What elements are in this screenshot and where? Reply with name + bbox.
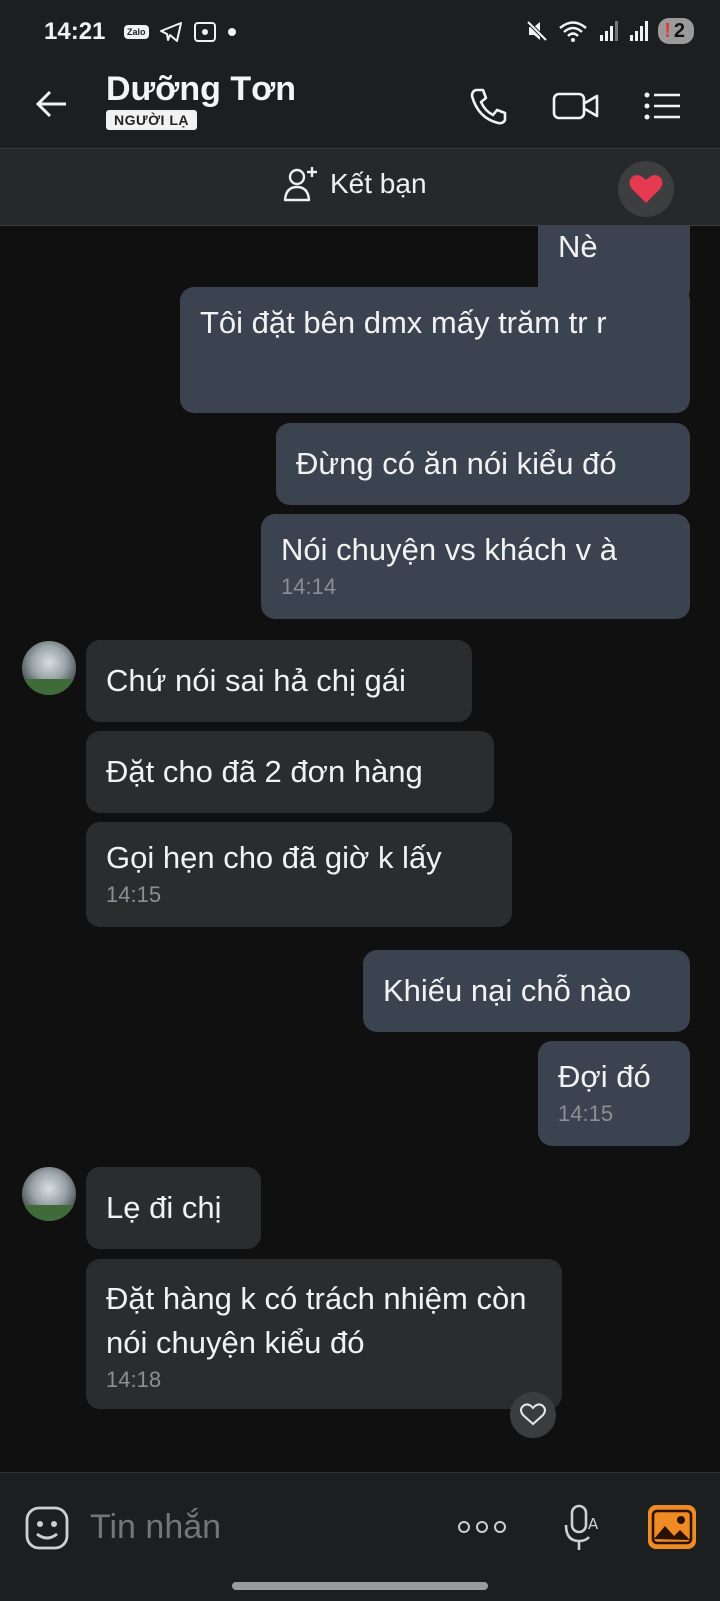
screenshot-icon [193,22,216,42]
message-bubble[interactable]: Gọi hẹn cho đã giờ k lấy 14:15 [86,822,512,927]
message-timestamp: 14:14 [281,574,337,599]
message-bubble[interactable]: Đừng có ăn nói kiểu đó [276,423,690,505]
message-timestamp: 14:18 [106,1367,162,1392]
message-timestamp: 14:15 [558,1101,614,1126]
add-friend-label: Kết bạn [330,168,427,199]
message-bubble[interactable]: Lẹ đi chị [86,1167,261,1249]
wifi-icon [559,21,588,42]
dot-icon [458,1521,470,1533]
add-user-icon [283,167,317,202]
stranger-badge: NGƯỜI LẠ [106,110,197,130]
react-button[interactable] [510,1392,556,1438]
dot-icon [494,1521,506,1533]
sticker-emoji-icon[interactable] [24,1505,70,1551]
back-arrow-icon[interactable] [32,84,72,124]
heart-reaction-button[interactable] [618,161,674,217]
message-bubble[interactable]: Đợi đó 14:15 [538,1041,690,1146]
message-input[interactable] [88,1501,422,1553]
chat-header: Dưỡng Tơn NGƯỜI LẠ [0,62,720,148]
phone-call-icon[interactable] [466,84,510,128]
voice-microphone-icon[interactable]: A [562,1503,600,1553]
message-timestamp: 14:15 [106,882,162,907]
heart-icon [629,175,663,203]
message-list[interactable]: Nè Tôi đặt bên dmx mấy trăm tr r Đừng có… [0,225,720,1472]
status-time: 14:21 [44,18,106,45]
notification-icons: Zalo [124,20,237,44]
heart-outline-icon [520,1403,546,1426]
telegram-icon [159,22,182,42]
menu-list-icon[interactable] [640,84,684,128]
message-bubble[interactable]: Đặt hàng k có trách nhiệm còn nói chuyện… [86,1259,562,1409]
image-icon [651,1509,693,1545]
signal-icon-2 [630,21,649,41]
dot-icon [227,28,236,36]
home-indicator[interactable] [232,1582,488,1590]
more-options-button[interactable] [458,1521,506,1533]
add-friend-bar: Kết bạn [0,148,720,226]
message-bubble[interactable]: Nói chuyện vs khách v à 14:14 [261,514,690,619]
battery-indicator: ! 2 [658,18,694,44]
mute-icon [526,20,548,42]
contact-avatar[interactable] [22,1167,76,1221]
status-bar: 14:21 Zalo ! 2 [0,0,720,62]
message-bubble[interactable]: Đặt cho đã 2 đơn hàng [86,731,494,813]
signal-icon [600,21,619,41]
message-bubble[interactable]: Khiếu nại chỗ nào [363,950,690,1032]
zalo-icon: Zalo [124,25,149,39]
contact-name[interactable]: Dưỡng Tơn [106,70,296,109]
contact-avatar[interactable] [22,641,76,695]
video-call-icon[interactable] [552,84,600,128]
message-bubble[interactable]: Tôi đặt bên dmx mấy trăm tr r [180,287,690,413]
image-picker-button[interactable] [648,1505,696,1549]
svg-text:A: A [588,1515,599,1533]
message-bubble[interactable]: Chứ nói sai hả chị gái [86,640,472,722]
add-friend-button[interactable]: Kết bạn [282,165,427,203]
dot-icon [476,1521,488,1533]
